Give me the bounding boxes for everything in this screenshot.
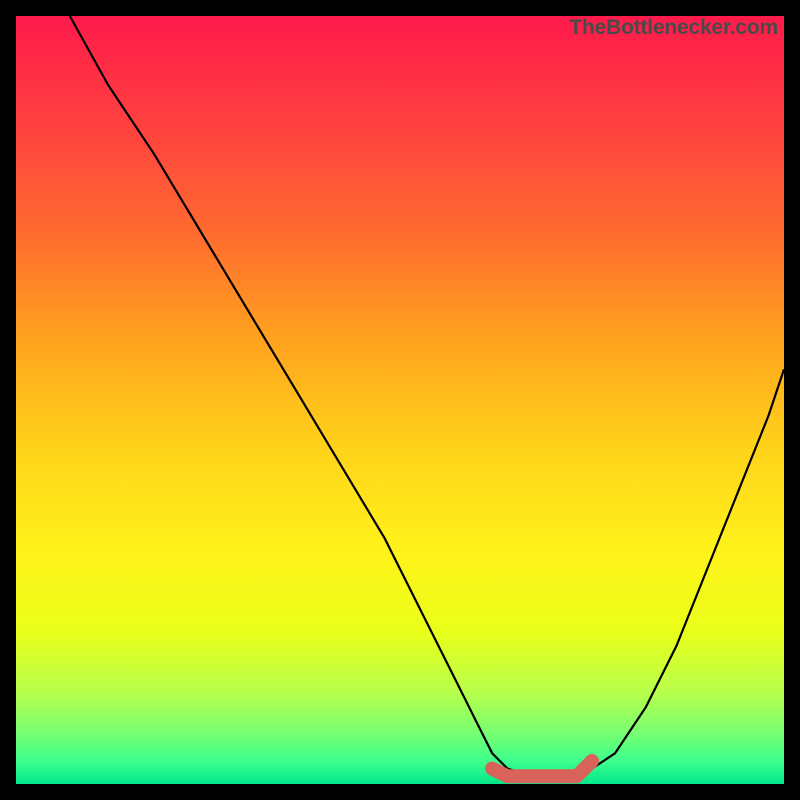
minimum-marker-path xyxy=(492,761,592,776)
chart-frame: TheBottlenecker.com xyxy=(0,0,800,800)
minimum-marker-dot xyxy=(485,762,499,776)
right-curve xyxy=(577,369,784,776)
plot-area: TheBottlenecker.com xyxy=(16,16,784,784)
chart-svg xyxy=(16,16,784,784)
left-curve xyxy=(70,16,531,776)
